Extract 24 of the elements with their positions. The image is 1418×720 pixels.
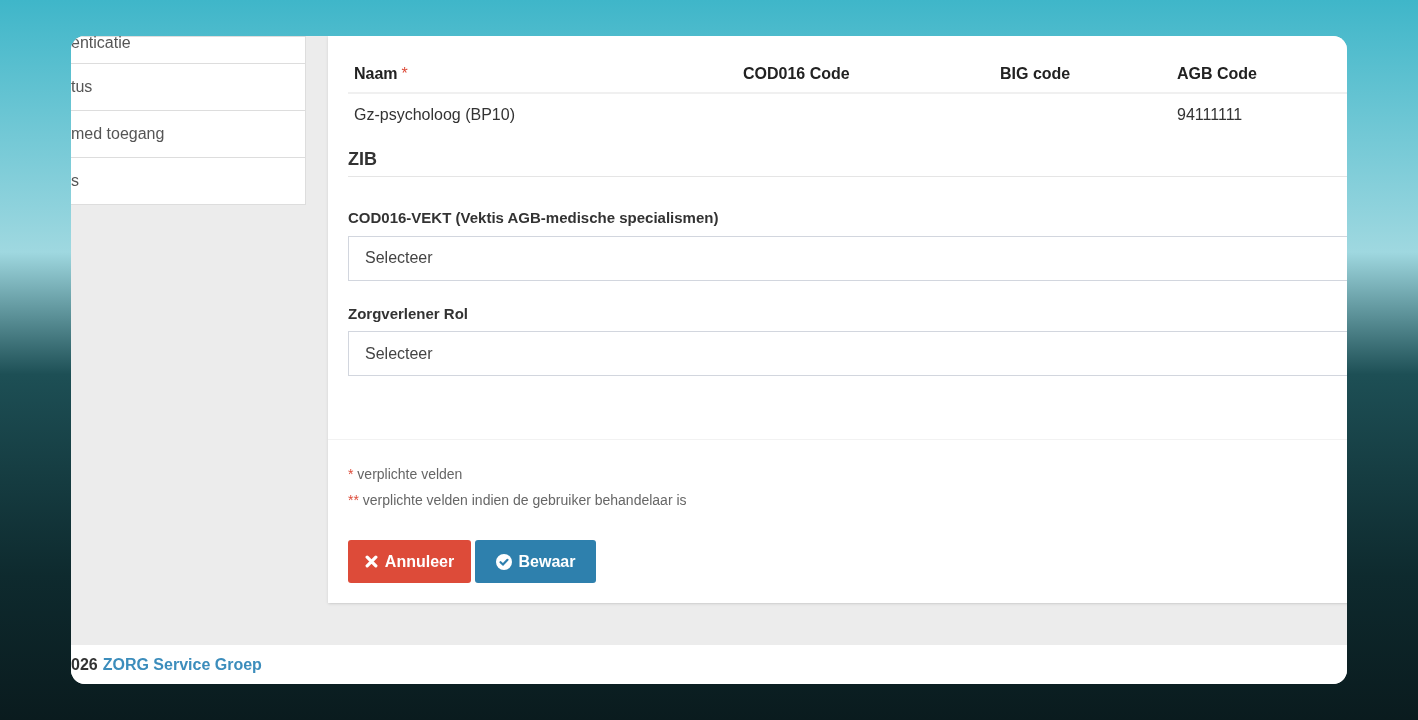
required-asterisk: * <box>401 65 408 82</box>
check-circle-icon <box>495 553 512 570</box>
column-header: COD016 Code <box>742 64 851 84</box>
cancel-button[interactable]: Annuleer <box>348 540 471 583</box>
save-button[interactable]: Bewaar <box>475 540 596 583</box>
sidebar-item[interactable]: enticatie <box>71 37 305 63</box>
required-note: ** verplichte velden indien de gebruiker behandelaar is <box>348 491 688 510</box>
select-field[interactable]: Selecteer <box>348 331 1347 376</box>
column-header: BIG code <box>999 64 1072 84</box>
column-header: AGB Code <box>1176 64 1258 84</box>
section-title: ZIB <box>348 146 1347 177</box>
table-cell: Gz-psycholoog (BP10) <box>354 106 515 123</box>
table-cell: 94111111 <box>1177 106 1243 123</box>
close-icon <box>364 555 378 568</box>
sidebar-item[interactable]: med toegang <box>71 110 305 157</box>
field-label: COD016-VEKT (Vektis AGB-medische specialismen) <box>348 208 720 228</box>
sidebar-item[interactable]: s <box>71 157 305 204</box>
field-label: Zorgverlener Rol <box>348 303 470 324</box>
column-header: Naam * <box>353 64 409 84</box>
company-link[interactable]: ZORG Service Groep <box>102 652 262 677</box>
copyright-text: 026 <box>71 654 98 675</box>
required-note: * verplichte velden <box>348 465 464 484</box>
select-field[interactable]: Selecteer <box>348 235 1347 281</box>
sidebar-item[interactable]: tus <box>71 63 305 110</box>
